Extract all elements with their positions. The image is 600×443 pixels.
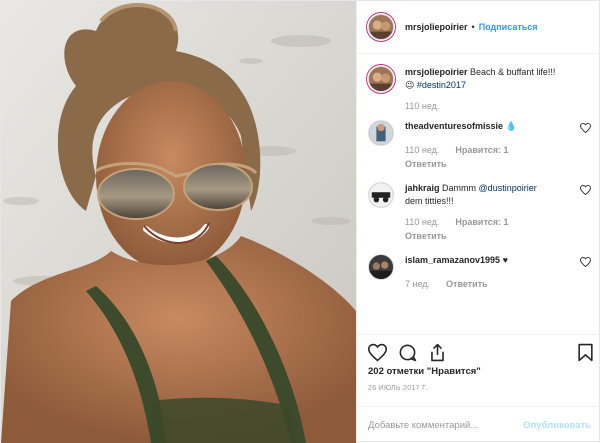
- heart-outline-icon: [580, 257, 591, 267]
- comment-meta: 110 нед. Нравится: 1: [405, 145, 573, 155]
- comment-avatar-image: [369, 183, 393, 207]
- beach-selfie-image: [1, 1, 356, 443]
- post-photo[interactable]: [1, 1, 356, 443]
- author-username[interactable]: mrsjoliepoirier: [405, 22, 468, 32]
- caption-avatar[interactable]: [368, 66, 394, 92]
- comment-input[interactable]: [368, 419, 524, 431]
- reply-button[interactable]: Ответить: [405, 231, 447, 241]
- header-separator: •: [471, 22, 475, 32]
- comment-like-icon[interactable]: [580, 185, 591, 195]
- comment-reply-row: Ответить: [405, 159, 573, 169]
- comment-avatar-image: [369, 121, 393, 145]
- comment-likes[interactable]: Нравится: 1: [455, 217, 508, 227]
- comment-body: jahkraig Dammm @dustinpoirier dem tittie…: [405, 182, 591, 241]
- comment-body: islam_ramazanov1995 ♥ 7 нед. Ответить: [405, 254, 591, 289]
- add-comment-bar: Опубликовать: [357, 406, 600, 443]
- heart-outline-icon: [580, 123, 591, 133]
- share-button[interactable]: [428, 343, 447, 362]
- comment-text: islam_ramazanov1995 ♥: [405, 254, 573, 267]
- comment-avatar[interactable]: [368, 254, 394, 280]
- comment-item: jahkraig Dammm @dustinpoirier dem tittie…: [368, 182, 591, 241]
- heart-icon: [368, 343, 387, 362]
- comment-meta: 7 нед. Ответить: [405, 279, 573, 289]
- follow-button[interactable]: Подписаться: [479, 22, 538, 32]
- comment-item: islam_ramazanov1995 ♥ 7 нед. Ответить: [368, 254, 591, 289]
- caption: mrsjoliepoirier Beach & buffant life!!! …: [368, 66, 591, 111]
- instagram-post: mrsjoliepoirier • Подписаться mrsjoliepo…: [0, 0, 600, 443]
- publish-button[interactable]: Опубликовать: [523, 420, 591, 431]
- comment-message: Dammm: [442, 183, 477, 193]
- comment-avatar-image: [369, 255, 393, 279]
- comments-list: mrsjoliepoirier Beach & buffant life!!! …: [357, 54, 600, 334]
- comment-time[interactable]: 7 нед.: [405, 279, 430, 289]
- comment-username[interactable]: jahkraig: [405, 183, 440, 193]
- comment-username[interactable]: islam_ramazanov1995: [405, 255, 500, 265]
- comment-mention[interactable]: @dustinpoirier: [479, 183, 537, 193]
- caption-message: Beach & buffant life!!!: [470, 67, 556, 77]
- author-avatar-image: [369, 15, 393, 39]
- post-side-panel: mrsjoliepoirier • Подписаться mrsjoliepo…: [356, 1, 600, 443]
- comment-message-cont: dem titties!!!: [405, 196, 454, 206]
- comment-likes[interactable]: Нравится: 1: [455, 145, 508, 155]
- caption-hashtag[interactable]: #destin2017: [417, 80, 466, 90]
- post-header: mrsjoliepoirier • Подписаться: [357, 1, 600, 54]
- reply-button[interactable]: Ответить: [446, 279, 488, 289]
- caption-text: mrsjoliepoirier Beach & buffant life!!! …: [405, 66, 573, 92]
- comment-message: ♥: [502, 255, 508, 265]
- caption-emoji: 😉: [405, 80, 415, 90]
- comment-time[interactable]: 110 нед.: [405, 145, 439, 155]
- comment-body: theadventuresofmissie 💧 110 нед. Нравитс…: [405, 120, 591, 169]
- comment-reply-row: Ответить: [405, 231, 573, 241]
- caption-meta: 110 нед.: [405, 101, 573, 111]
- comment-text: jahkraig Dammm @dustinpoirier dem tittie…: [405, 182, 573, 208]
- save-button[interactable]: [576, 343, 595, 362]
- comment-avatar[interactable]: [368, 182, 394, 208]
- post-date[interactable]: 26 ИЮЛЬ 2017 Г.: [368, 385, 428, 392]
- comment-like-icon[interactable]: [580, 123, 591, 133]
- comment-button[interactable]: [398, 343, 417, 362]
- caption-time[interactable]: 110 нед.: [405, 101, 439, 111]
- comment-like-icon[interactable]: [580, 257, 591, 267]
- comment-username[interactable]: theadventuresofmissie: [405, 121, 503, 131]
- author-avatar[interactable]: [368, 14, 394, 40]
- bookmark-icon: [578, 343, 593, 362]
- heart-outline-icon: [580, 185, 591, 195]
- likes-count[interactable]: 202 отметки "Нравится": [368, 366, 481, 377]
- caption-username[interactable]: mrsjoliepoirier: [405, 67, 468, 77]
- action-bar: [357, 334, 600, 366]
- reply-button[interactable]: Ответить: [405, 159, 447, 169]
- caption-avatar-image: [369, 67, 393, 91]
- comment-meta: 110 нед. Нравится: 1: [405, 217, 573, 227]
- comment-message: 💧: [505, 121, 517, 131]
- comment-avatar[interactable]: [368, 120, 394, 146]
- like-button[interactable]: [368, 343, 387, 362]
- comment-icon: [399, 344, 417, 362]
- caption-body: mrsjoliepoirier Beach & buffant life!!! …: [405, 66, 591, 111]
- share-icon: [431, 343, 444, 362]
- comment-item: theadventuresofmissie 💧 110 нед. Нравитс…: [368, 120, 591, 169]
- comment-text: theadventuresofmissie 💧: [405, 120, 573, 133]
- comment-time[interactable]: 110 нед.: [405, 217, 439, 227]
